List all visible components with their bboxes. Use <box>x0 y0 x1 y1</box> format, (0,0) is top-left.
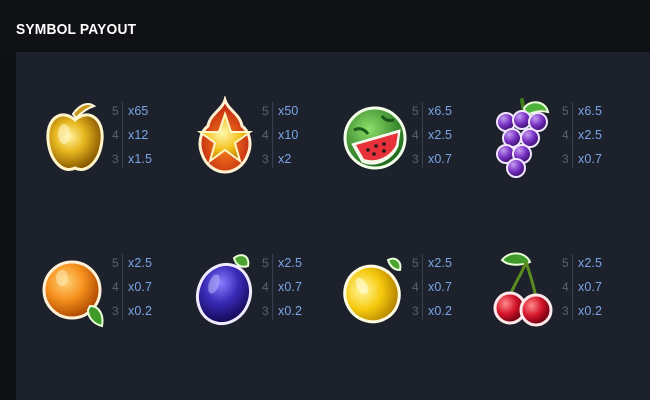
symbol-count: 4 <box>412 128 419 142</box>
payout-row: 5 x2.5 <box>412 256 492 276</box>
payout-row: 4 x10 <box>262 128 342 148</box>
payout-multiplier: x0.7 <box>578 152 603 166</box>
symbol-count: 5 <box>262 104 269 118</box>
symbol-count: 5 <box>412 256 419 270</box>
symbol-count: 5 <box>562 256 569 270</box>
payout-multiplier: x0.2 <box>128 304 153 318</box>
payout-multiplier: x65 <box>128 104 149 118</box>
payout-row: 4 x0.7 <box>562 280 642 300</box>
payout-row: 4 x0.7 <box>262 280 342 300</box>
symbol-cell-plum: 5 x2.5 4 x0.7 3 x0.2 <box>192 248 342 358</box>
symbol-count: 4 <box>112 280 119 294</box>
symbol-cell-golden-apple: 5 x65 4 x12 3 x1.5 <box>42 96 192 206</box>
payout-row: 3 x0.2 <box>562 304 642 324</box>
lemon-icon <box>342 248 408 358</box>
payout-multiplier: x2.5 <box>428 128 453 142</box>
payout-multiplier: x50 <box>278 104 299 118</box>
symbol-count: 4 <box>562 128 569 142</box>
payout-row: 5 x65 <box>112 104 192 124</box>
symbol-count: 3 <box>562 152 569 166</box>
page-title: SYMBOL PAYOUT <box>16 21 137 38</box>
payout-multiplier: x2.5 <box>128 256 153 270</box>
payout-row: 3 x0.7 <box>562 152 642 172</box>
symbol-count: 3 <box>562 304 569 318</box>
payout-row: 4 x2.5 <box>412 128 492 148</box>
grapes-icon <box>492 96 558 206</box>
cherries-icon <box>492 248 558 358</box>
payout-row: 3 x0.7 <box>412 152 492 172</box>
payout-multiplier: x0.2 <box>278 304 303 318</box>
symbol-count: 4 <box>562 280 569 294</box>
payout-row: 3 x2 <box>262 152 342 172</box>
symbol-count: 3 <box>112 304 119 318</box>
payout-row: 4 x12 <box>112 128 192 148</box>
payout-multiplier: x0.2 <box>428 304 453 318</box>
symbol-count: 5 <box>262 256 269 270</box>
payout-multiplier: x6.5 <box>428 104 453 118</box>
payout-multiplier: x6.5 <box>578 104 603 118</box>
payout-row: 4 x2.5 <box>562 128 642 148</box>
payout-row: 5 x6.5 <box>562 104 642 124</box>
payout-multiplier: x10 <box>278 128 299 142</box>
payout-row: 5 x2.5 <box>112 256 192 276</box>
payout-multiplier: x0.7 <box>128 280 153 294</box>
star-icon <box>192 96 258 206</box>
payout-row: 3 x1.5 <box>112 152 192 172</box>
symbol-cell-cherries: 5 x2.5 4 x0.7 3 x0.2 <box>492 248 642 358</box>
payout-multiplier: x0.7 <box>578 280 603 294</box>
payout-multiplier: x2.5 <box>578 256 603 270</box>
payout-row: 4 x0.7 <box>112 280 192 300</box>
symbol-count: 3 <box>262 304 269 318</box>
symbol-count: 3 <box>412 304 419 318</box>
payout-multiplier: x0.7 <box>428 152 453 166</box>
payout-multiplier: x0.7 <box>428 280 453 294</box>
symbol-count: 5 <box>562 104 569 118</box>
payout-row: 4 x0.7 <box>412 280 492 300</box>
symbol-count: 4 <box>262 128 269 142</box>
symbol-count: 3 <box>112 152 119 166</box>
symbol-cell-lemon: 5 x2.5 4 x0.7 3 x0.2 <box>342 248 492 358</box>
payout-row: 3 x0.2 <box>112 304 192 324</box>
payout-multiplier: x2 <box>278 152 292 166</box>
watermelon-icon <box>342 96 408 206</box>
payout-multiplier: x0.2 <box>578 304 603 318</box>
golden-apple-icon <box>42 96 108 206</box>
payout-multiplier: x1.5 <box>128 152 153 166</box>
payout-panel: 5 x65 4 x12 3 x1.5 5 x50 4 x10 3 x2 5 x6… <box>16 52 650 400</box>
symbol-count: 4 <box>112 128 119 142</box>
payout-row: 5 x2.5 <box>562 256 642 276</box>
payout-multiplier: x2.5 <box>578 128 603 142</box>
symbol-count: 4 <box>262 280 269 294</box>
symbol-cell-grapes: 5 x6.5 4 x2.5 3 x0.7 <box>492 96 642 206</box>
symbol-count: 5 <box>112 256 119 270</box>
orange-icon <box>42 248 108 358</box>
header-bar: SYMBOL PAYOUT <box>0 0 650 50</box>
symbol-cell-watermelon: 5 x6.5 4 x2.5 3 x0.7 <box>342 96 492 206</box>
payout-row: 3 x0.2 <box>262 304 342 324</box>
payout-multiplier: x0.7 <box>278 280 303 294</box>
symbol-cell-star: 5 x50 4 x10 3 x2 <box>192 96 342 206</box>
payout-row: 5 x50 <box>262 104 342 124</box>
symbol-count: 4 <box>412 280 419 294</box>
payout-row: 5 x6.5 <box>412 104 492 124</box>
payout-row: 5 x2.5 <box>262 256 342 276</box>
payout-multiplier: x2.5 <box>428 256 453 270</box>
symbol-count: 5 <box>112 104 119 118</box>
symbol-count: 5 <box>412 104 419 118</box>
symbol-count: 3 <box>412 152 419 166</box>
payout-multiplier: x2.5 <box>278 256 303 270</box>
plum-icon <box>192 248 258 358</box>
symbol-cell-orange: 5 x2.5 4 x0.7 3 x0.2 <box>42 248 192 358</box>
symbol-count: 3 <box>262 152 269 166</box>
payout-row: 3 x0.2 <box>412 304 492 324</box>
payout-multiplier: x12 <box>128 128 149 142</box>
